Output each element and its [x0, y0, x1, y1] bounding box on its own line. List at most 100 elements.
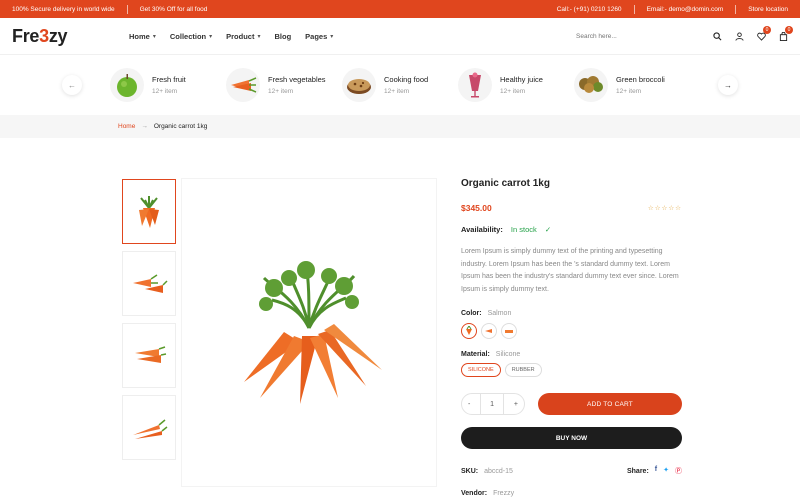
category-item[interactable]: Fresh fruit 12+ item	[110, 68, 226, 102]
availability-value: In stock	[510, 225, 537, 234]
material-option: Material: Silicone	[461, 351, 682, 358]
carrot-bunch-image	[244, 260, 382, 404]
material-options: SILICONE RUBBER	[461, 363, 682, 377]
chevron-down-icon: ▾	[257, 33, 261, 40]
nav-collection-label: Collection	[169, 31, 207, 41]
material-option-silicone[interactable]: SILICONE	[461, 363, 501, 377]
search-input[interactable]	[576, 32, 696, 40]
cart-actions: - 1 + ADD TO CART	[461, 393, 682, 415]
product-thumbnails	[122, 179, 176, 460]
nav-home[interactable]: Home ▾	[129, 32, 156, 41]
category-name: Healthy juice	[500, 75, 543, 84]
product-thumbnail[interactable]	[122, 251, 176, 316]
divider	[633, 4, 635, 14]
vendor-value: Frezzy	[493, 490, 515, 497]
nav-pages[interactable]: Pages ▾	[305, 32, 333, 41]
sku-label: SKU:	[461, 467, 479, 475]
breadcrumb-current: Organic carrot 1kg	[153, 123, 208, 130]
qty-value[interactable]: 1	[490, 401, 494, 408]
product-description: Lorem Ipsum is simply dummy text of the …	[461, 248, 679, 293]
product-title: Organic carrot 1kg	[461, 178, 550, 189]
slider-next-button[interactable]: →	[718, 75, 738, 95]
category-name: Fresh vegetables	[268, 75, 326, 84]
category-item[interactable]: Green broccoli 12+ item	[574, 68, 690, 102]
category-item[interactable]: Healthy juice 12+ item	[458, 68, 574, 102]
color-swatch[interactable]	[461, 323, 477, 339]
category-item[interactable]: Cooking food 12+ item	[342, 68, 458, 102]
wishlist-heart-icon[interactable]: 0	[756, 26, 771, 41]
material-label: Material:	[461, 351, 490, 358]
nav-product[interactable]: Product ▾	[226, 32, 260, 41]
logo-text-start: Fre	[12, 25, 40, 46]
carrot-icon	[485, 329, 492, 333]
vendor-row: Vendor: Frezzy	[461, 490, 682, 497]
color-swatches	[461, 323, 682, 339]
category-item[interactable]: Fresh vegetables 12+ item	[226, 68, 342, 102]
availability: Availability: In stock ✓	[461, 225, 682, 234]
delivery-text: 100% Secure delivery in world wide	[12, 5, 115, 13]
material-value: Silicone	[495, 351, 521, 358]
product-thumbnail[interactable]	[122, 395, 176, 460]
material-option-rubber[interactable]: RUBBER	[504, 363, 542, 377]
product-thumbnail[interactable]	[122, 179, 176, 244]
facebook-icon[interactable]: f	[655, 466, 657, 476]
store-location-link[interactable]: Store location	[748, 6, 788, 13]
color-value: Salmon	[487, 310, 512, 317]
carrot-icon	[505, 330, 513, 333]
top-promo-bar: 100% Secure delivery in world wide Get 3…	[0, 0, 800, 18]
product-info: Organic carrot 1kg $345.00 ☆☆☆☆☆ Availab…	[461, 178, 682, 500]
category-name: Green broccoli	[616, 75, 665, 84]
cart-bag-icon[interactable]: 0	[778, 26, 793, 41]
call-link[interactable]: Call:- (+91) 0210 1260	[557, 6, 622, 13]
carrot-icon	[466, 326, 472, 335]
star-icon: ☆	[675, 205, 682, 212]
logo-text-end: zy	[48, 25, 68, 46]
buy-now-button[interactable]: BUY NOW	[461, 427, 682, 449]
nav-blog[interactable]: Blog	[275, 32, 292, 41]
broccoli-icon	[574, 68, 608, 102]
product-price: $345.00	[461, 203, 492, 213]
qty-decrease-button[interactable]: -	[468, 401, 470, 408]
nav-home-label: Home	[129, 31, 150, 41]
apple-icon	[110, 68, 144, 102]
checkmark-icon: ✓	[544, 225, 552, 234]
nav-collection[interactable]: Collection ▾	[170, 32, 212, 41]
sku-share-row: SKU: abccd-15 Share: f ✦ Ⓟ	[461, 466, 682, 476]
pinterest-icon[interactable]: Ⓟ	[675, 466, 682, 476]
product-main-image[interactable]	[182, 179, 436, 486]
color-option: Color: Salmon	[461, 310, 682, 317]
star-icon: ☆	[647, 205, 655, 212]
product-thumbnail[interactable]	[122, 323, 176, 388]
color-label: Color:	[461, 310, 482, 317]
availability-label: Availability:	[461, 225, 503, 234]
add-to-cart-button[interactable]: ADD TO CART	[538, 393, 682, 415]
category-count: 12+ item	[384, 88, 410, 95]
star-icon: ☆	[654, 205, 662, 212]
cart-count-badge: 0	[785, 26, 793, 34]
user-icon[interactable]	[734, 31, 744, 41]
category-slider: ← Fresh fruit 12+ item Fresh vegetables 12…	[0, 55, 800, 115]
qty-increase-button[interactable]: +	[514, 401, 518, 408]
carrot-sticks-image	[133, 418, 168, 439]
email-link[interactable]: Email:- demo@domin.com	[647, 6, 724, 13]
divider	[126, 4, 128, 14]
carrot-slices-image	[135, 345, 167, 363]
carrot-pieces-image	[133, 273, 168, 293]
slider-prev-button[interactable]: ←	[62, 75, 82, 95]
juice-icon	[458, 68, 492, 102]
site-header: Fre3zy Home ▾ Collection ▾ Product ▾ Blog P…	[0, 18, 800, 55]
chevron-down-icon: ▾	[330, 33, 334, 40]
divider	[503, 393, 505, 415]
chevron-right-icon: →	[141, 123, 148, 130]
share-label: Share:	[626, 467, 649, 475]
arrow-left-icon: ←	[68, 80, 76, 90]
search-box	[576, 32, 708, 40]
search-icon[interactable]	[712, 31, 722, 41]
logo[interactable]: Fre3zy	[12, 26, 129, 47]
color-swatch[interactable]	[481, 323, 497, 339]
twitter-icon[interactable]: ✦	[663, 466, 669, 476]
divider	[735, 4, 737, 14]
color-swatch[interactable]	[501, 323, 517, 339]
breadcrumb-home-link[interactable]: Home	[118, 123, 135, 130]
nav-blog-label: Blog	[274, 31, 292, 41]
